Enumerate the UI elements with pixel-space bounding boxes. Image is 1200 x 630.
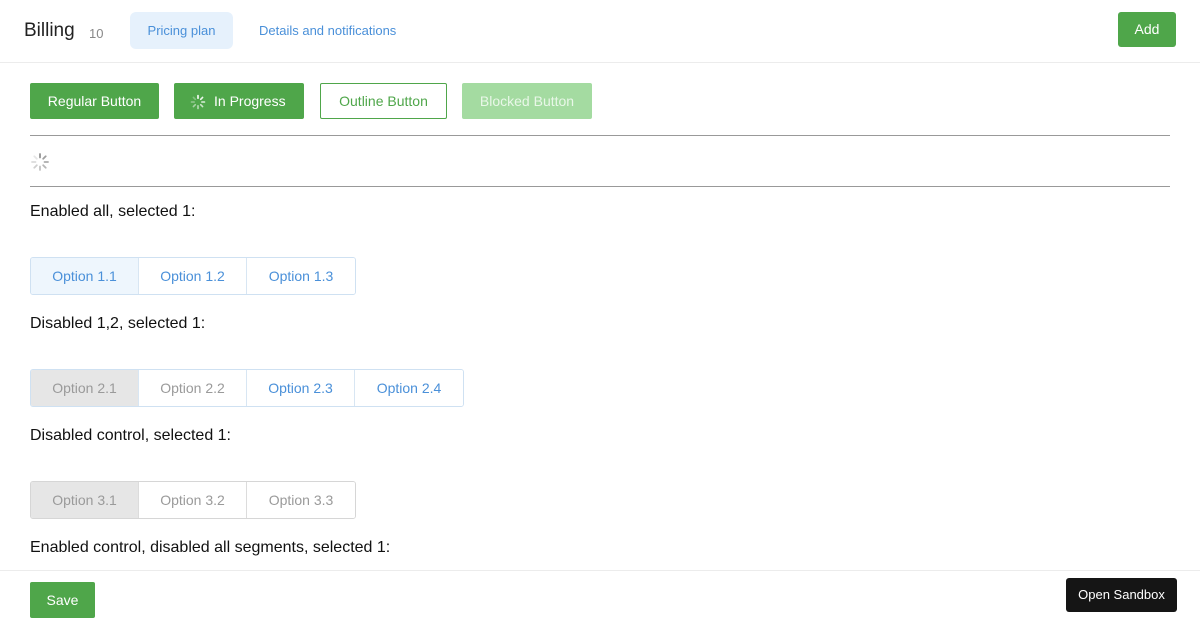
segment-option-3-2: Option 3.2 [139,482,247,518]
open-sandbox-button[interactable]: Open Sandbox [1066,578,1177,612]
tab-details-and-notifications[interactable]: Details and notifications [259,12,396,49]
segment-option-3-3: Option 3.3 [247,482,355,518]
footer: Save Open Sandbox [0,570,1200,630]
segment-option-1-2[interactable]: Option 1.2 [139,258,247,294]
divider [30,186,1170,187]
tab-pricing-plan[interactable]: Pricing plan [130,12,233,49]
header: Billing 10 Pricing plan Details and noti… [0,0,1200,63]
save-button[interactable]: Save [30,582,95,618]
spinner-icon [31,153,49,171]
outline-button[interactable]: Outline Button [320,83,447,119]
segment-option-1-1[interactable]: Option 1.1 [31,258,139,294]
spinner-icon [190,94,206,110]
add-button[interactable]: Add [1118,12,1176,47]
in-progress-button[interactable]: In Progress [174,83,304,119]
segment-label-2: Disabled 1,2, selected 1: [30,315,206,332]
blocked-button: Blocked Button [462,83,592,119]
segment-option-3-1: Option 3.1 [31,482,139,518]
in-progress-label: In Progress [214,93,286,109]
segment-label-3: Disabled control, selected 1: [30,427,231,444]
segment-option-2-4[interactable]: Option 2.4 [355,370,463,406]
segment-option-2-2: Option 2.2 [139,370,247,406]
segment-option-1-3[interactable]: Option 1.3 [247,258,355,294]
regular-button[interactable]: Regular Button [30,83,159,119]
item-count-badge: 10 [89,26,104,41]
divider [30,135,1170,136]
page-title: Billing [24,20,75,41]
segment-label-1: Enabled all, selected 1: [30,203,196,220]
segment-option-2-3[interactable]: Option 2.3 [247,370,355,406]
segment-option-2-1: Option 2.1 [31,370,139,406]
segmented-control-1: Option 1.1 Option 1.2 Option 1.3 [30,257,356,295]
segmented-control-2: Option 2.1 Option 2.2 Option 2.3 Option … [30,369,464,407]
segmented-control-3: Option 3.1 Option 3.2 Option 3.3 [30,481,356,519]
segment-label-4: Enabled control, disabled all segments, … [30,539,391,556]
